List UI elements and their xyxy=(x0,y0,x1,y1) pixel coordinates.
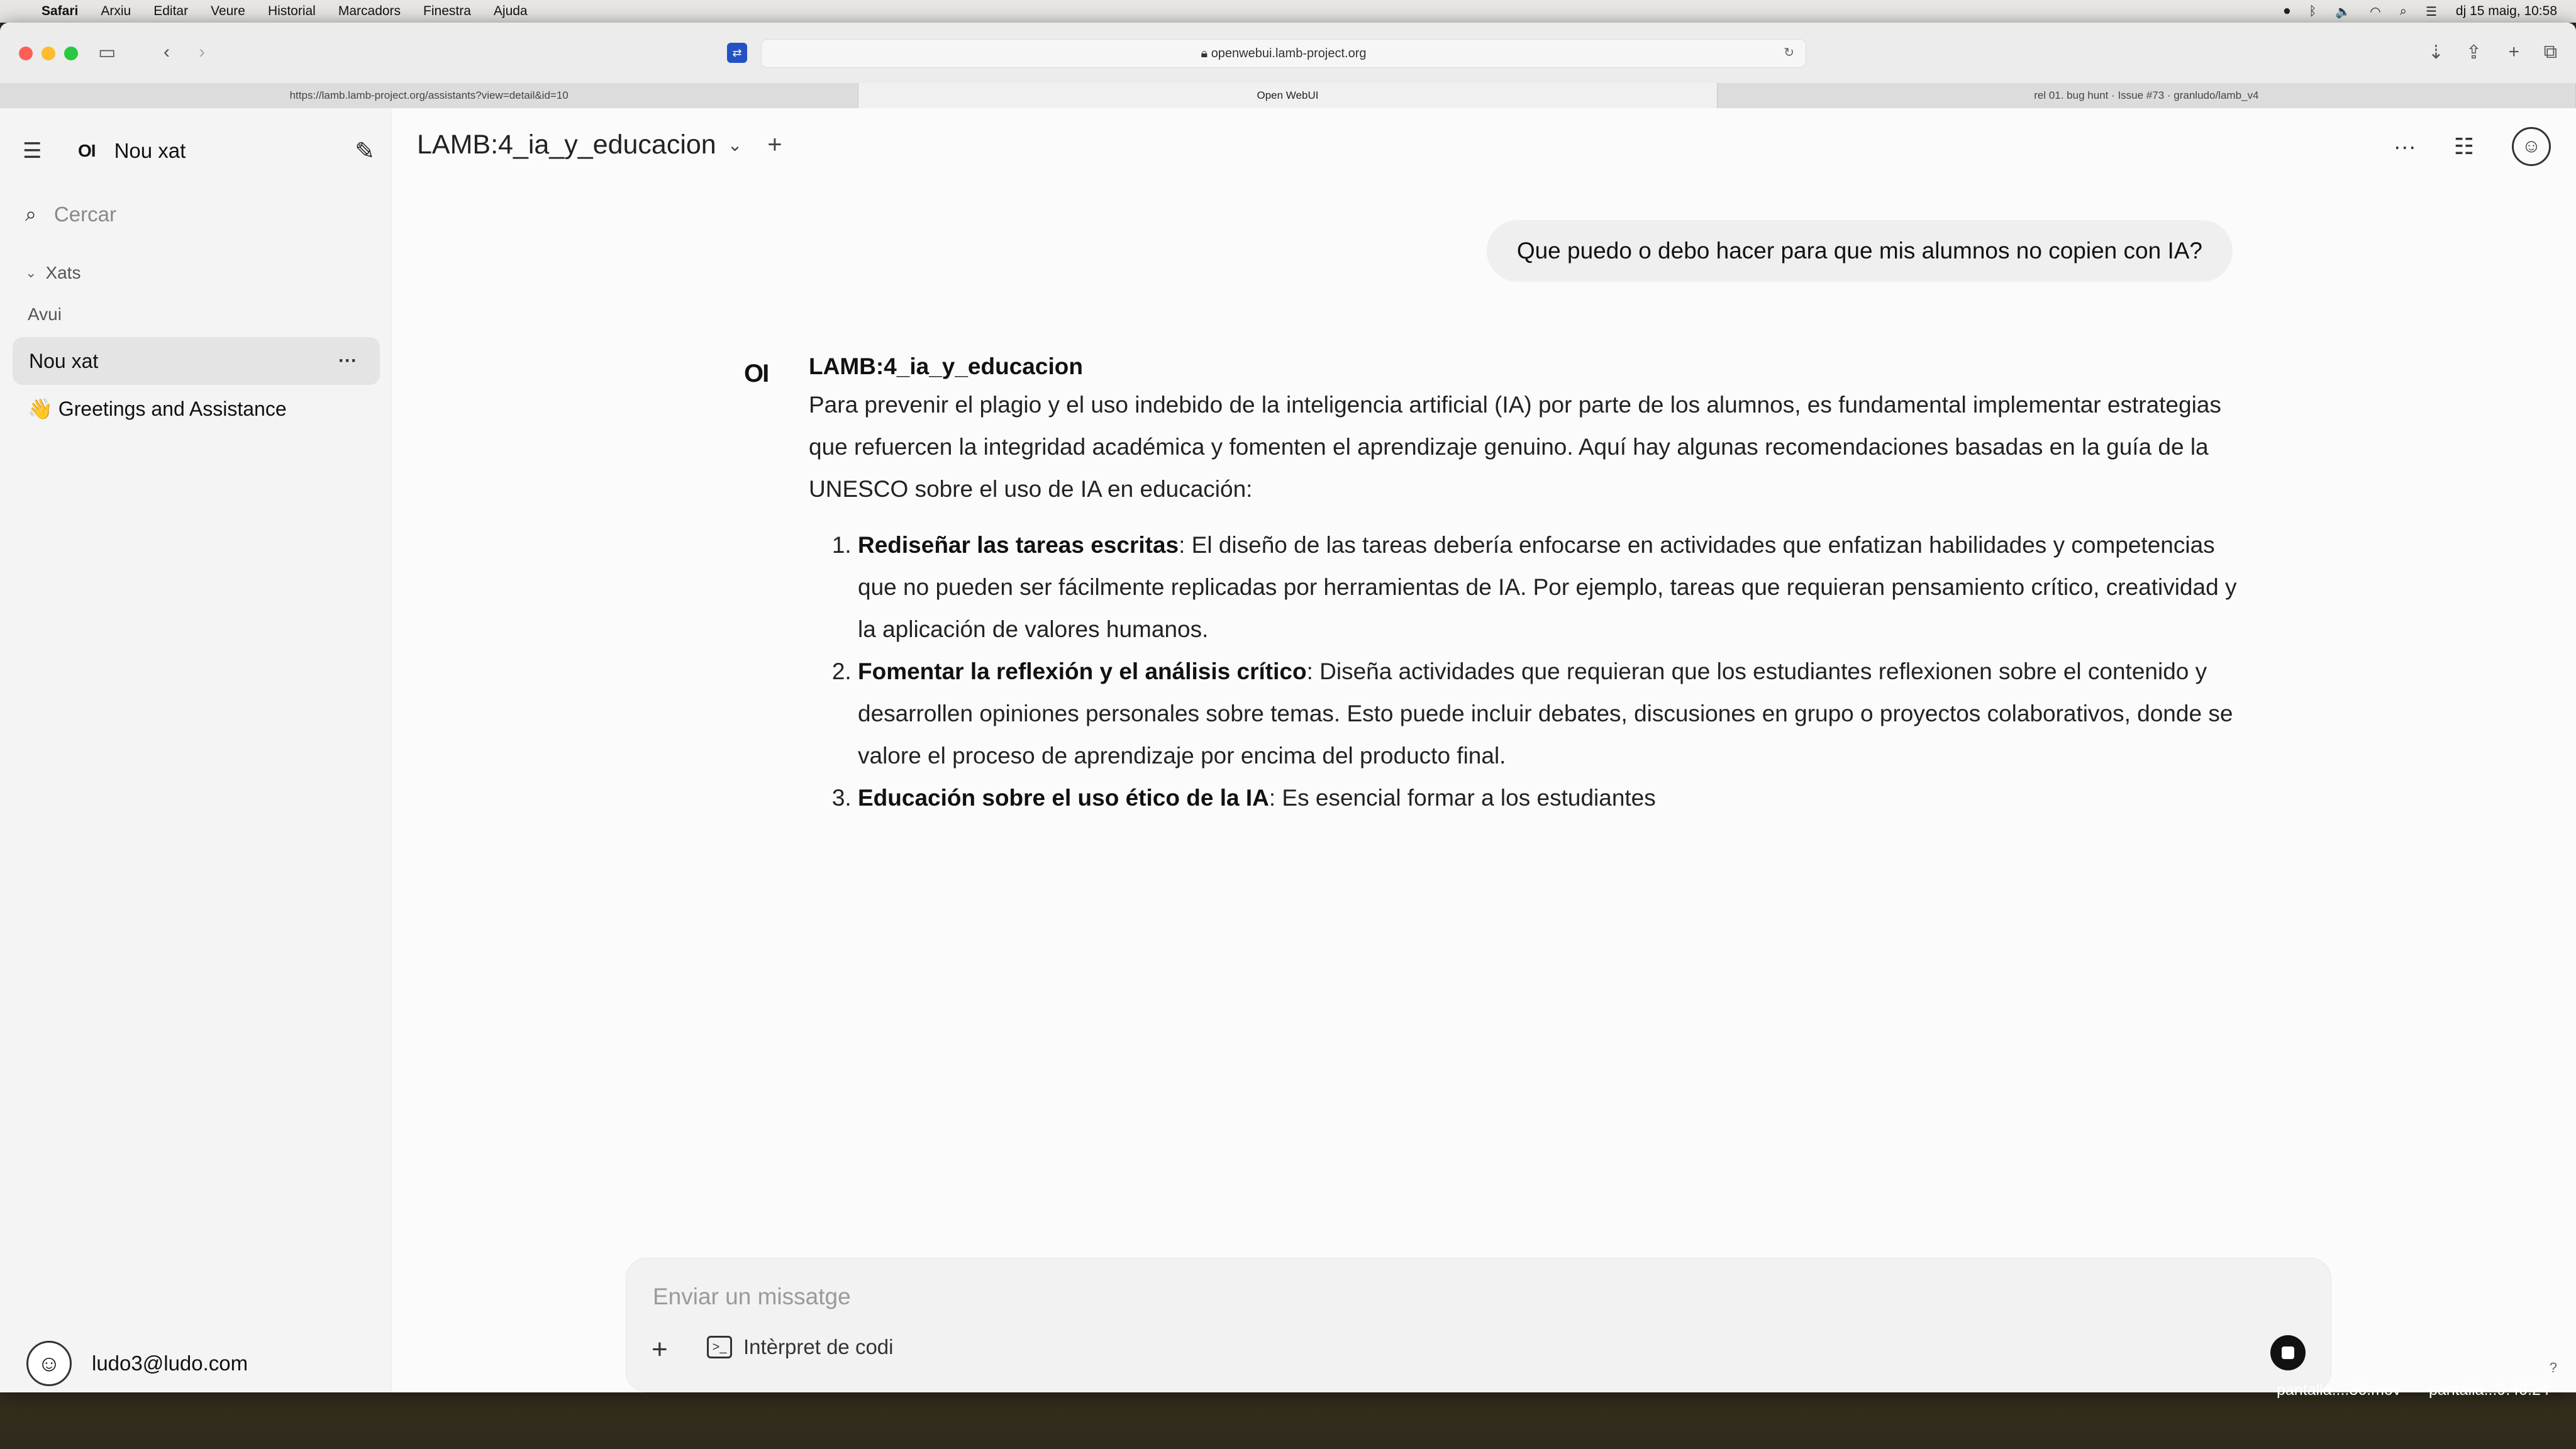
menu-historial[interactable]: Historial xyxy=(268,4,316,19)
message-input[interactable] xyxy=(652,1277,2289,1316)
compose-icon[interactable]: ✎ xyxy=(355,137,375,165)
menu-editar[interactable]: Editar xyxy=(153,4,188,19)
model-selector[interactable]: LAMB:4_ia_y_educacion ⌄ + xyxy=(417,130,782,160)
back-icon[interactable]: ‹ xyxy=(164,42,170,63)
chat-item-new[interactable]: Nou xat ··· xyxy=(13,337,380,385)
user-menu[interactable]: ☺ ludo3@ludo.com xyxy=(26,1341,248,1386)
controls-icon[interactable]: ☷ xyxy=(2454,133,2474,160)
list-item-text: : Es esencial formar a los estudiantes xyxy=(1269,785,1656,811)
list-item-title: Educación sobre el uso ético de la IA xyxy=(858,785,1269,811)
list-item: Rediseñar las tareas escritas: El diseño… xyxy=(858,524,2249,650)
search-placeholder: Cercar xyxy=(53,203,116,226)
message-composer: + >_ Intèrpret de codi xyxy=(626,1258,2331,1392)
help-icon[interactable]: ? xyxy=(2550,1360,2557,1376)
clock[interactable]: dj 15 maig, 10:58 xyxy=(2456,4,2557,19)
chevron-down-icon[interactable]: ⌄ xyxy=(728,135,742,155)
desktop-file-1[interactable]: pantalla....36.mov xyxy=(2277,1381,2401,1399)
menu-arxiu[interactable]: Arxiu xyxy=(101,4,131,19)
chats-section-toggle[interactable]: ⌄ Xats xyxy=(25,263,80,283)
downloads-icon[interactable]: ⇣ xyxy=(2428,42,2444,64)
tab-overview-icon[interactable]: ⧉ xyxy=(2544,42,2557,63)
address-bar[interactable]: 🔒︎ openwebui.lamb-project.org ↻ xyxy=(761,39,1806,68)
attach-plus-icon[interactable]: + xyxy=(652,1334,668,1365)
forward-icon[interactable]: › xyxy=(199,42,205,63)
more-icon[interactable]: ··· xyxy=(2394,133,2416,160)
desktop-file-2[interactable]: pantalla...9.40.24 xyxy=(2429,1381,2550,1399)
open-webui-app: ☰ OI Nou xat ✎ ⌕ Cercar ⌄ Xats Avui Nou … xyxy=(0,108,2576,1392)
assistant-intro: Para prevenir el plagio y el uso indebid… xyxy=(809,392,2221,502)
browser-window: ▭ ‹ › ⇄ 🔒︎ openwebui.lamb-project.org ↻ … xyxy=(0,23,2576,1392)
model-name: LAMB:4_ia_y_educacion xyxy=(417,130,716,160)
zoom-window-button[interactable] xyxy=(64,47,78,60)
chat-item-label: Nou xat xyxy=(29,349,99,372)
new-chat-label[interactable]: Nou xat xyxy=(114,139,186,163)
menu-bar: Safari Arxiu Editar Veure Historial Marc… xyxy=(0,0,2576,23)
close-window-button[interactable] xyxy=(19,47,33,60)
terminal-icon: >_ xyxy=(707,1336,732,1358)
sidebar-header: ☰ OI Nou xat ✎ xyxy=(23,132,375,170)
extension-icon[interactable]: ⇄ xyxy=(727,43,747,63)
tab-open-webui[interactable]: Open WebUI xyxy=(858,83,1718,108)
menu-icon[interactable]: ☰ xyxy=(23,138,48,164)
record-icon[interactable]: ⏺ xyxy=(2284,4,2290,19)
browser-toolbar: ▭ ‹ › ⇄ 🔒︎ openwebui.lamb-project.org ↻ … xyxy=(0,23,2576,84)
assistant-name: LAMB:4_ia_y_educacion xyxy=(809,353,1083,379)
lock-icon: 🔒︎ xyxy=(1201,46,1211,60)
tab-github-issue[interactable]: rel 01. bug hunt · Issue #73 · granludo/… xyxy=(1718,83,2576,108)
window-controls xyxy=(19,47,78,60)
tab-lamb-assistants[interactable]: https://lamb.lamb-project.org/assistants… xyxy=(0,83,859,108)
avatar: ☺ xyxy=(26,1341,72,1386)
assistant-body: Para prevenir el plagio y el uso indebid… xyxy=(809,384,2249,819)
logo[interactable]: OI xyxy=(78,141,96,161)
new-tab-icon[interactable]: + xyxy=(2508,42,2519,63)
chat-item-greetings[interactable]: 👋 Greetings and Assistance xyxy=(13,385,380,433)
list-item: Educación sobre el uso ético de la IA: E… xyxy=(858,777,2249,819)
reload-icon[interactable]: ↻ xyxy=(1784,45,1794,60)
menu-veure[interactable]: Veure xyxy=(211,4,245,19)
search-box[interactable]: ⌕ Cercar xyxy=(25,203,116,226)
address-text: openwebui.lamb-project.org xyxy=(1211,46,1367,60)
code-interpreter-label: Intèrpret de codi xyxy=(743,1335,894,1358)
stop-generation-button[interactable] xyxy=(2270,1335,2306,1370)
user-email: ludo3@ludo.com xyxy=(92,1352,248,1375)
profile-avatar-icon[interactable]: ☺ xyxy=(2512,127,2551,166)
search-icon[interactable]: ⌕ xyxy=(2400,4,2407,19)
sidebar: ☰ OI Nou xat ✎ ⌕ Cercar ⌄ Xats Avui Nou … xyxy=(0,108,392,1392)
list-item-title: Rediseñar las tareas escritas xyxy=(858,532,1179,558)
share-icon[interactable]: ⇪ xyxy=(2466,42,2482,64)
assistant-logo: OI xyxy=(744,360,769,387)
chat-item-label: 👋 Greetings and Assistance xyxy=(28,397,287,420)
code-interpreter-button[interactable]: >_ Intèrpret de codi xyxy=(707,1335,893,1359)
control-center-icon[interactable]: ☰ xyxy=(2426,4,2437,19)
sidebar-toggle-icon[interactable]: ▭ xyxy=(98,42,116,64)
group-label-today: Avui xyxy=(28,304,62,324)
more-options-icon[interactable]: ··· xyxy=(338,350,357,372)
add-model-icon[interactable]: + xyxy=(767,131,782,159)
menu-ajuda[interactable]: Ajuda xyxy=(494,4,528,19)
tab-bar: https://lamb.lamb-project.org/assistants… xyxy=(0,83,2576,109)
wifi-icon[interactable]: ◠ xyxy=(2370,4,2380,19)
recommendation-list: Rediseñar las tareas escritas: El diseño… xyxy=(809,524,2249,819)
volume-icon[interactable]: 🔈 xyxy=(2335,4,2351,19)
chevron-down-icon: ⌄ xyxy=(25,265,37,280)
list-item: Fomentar la reflexión y el análisis crít… xyxy=(858,650,2249,777)
bluetooth-icon[interactable]: ᛒ xyxy=(2309,4,2316,19)
stop-icon xyxy=(2282,1346,2294,1359)
user-message: Que puedo o debo hacer para que mis alum… xyxy=(1486,220,2233,282)
minimize-window-button[interactable] xyxy=(42,47,55,60)
list-item-title: Fomentar la reflexión y el análisis crít… xyxy=(858,658,1307,684)
menu-app[interactable]: Safari xyxy=(42,4,78,19)
chat-main: LAMB:4_ia_y_educacion ⌄ + ··· ☷ ☺ Que pu… xyxy=(392,108,2576,1392)
menu-marcadors[interactable]: Marcadors xyxy=(338,4,401,19)
menu-finestra[interactable]: Finestra xyxy=(423,4,471,19)
chats-section-label: Xats xyxy=(45,263,81,282)
search-icon: ⌕ xyxy=(25,203,36,225)
header-actions: ··· ☷ ☺ xyxy=(2394,127,2551,166)
